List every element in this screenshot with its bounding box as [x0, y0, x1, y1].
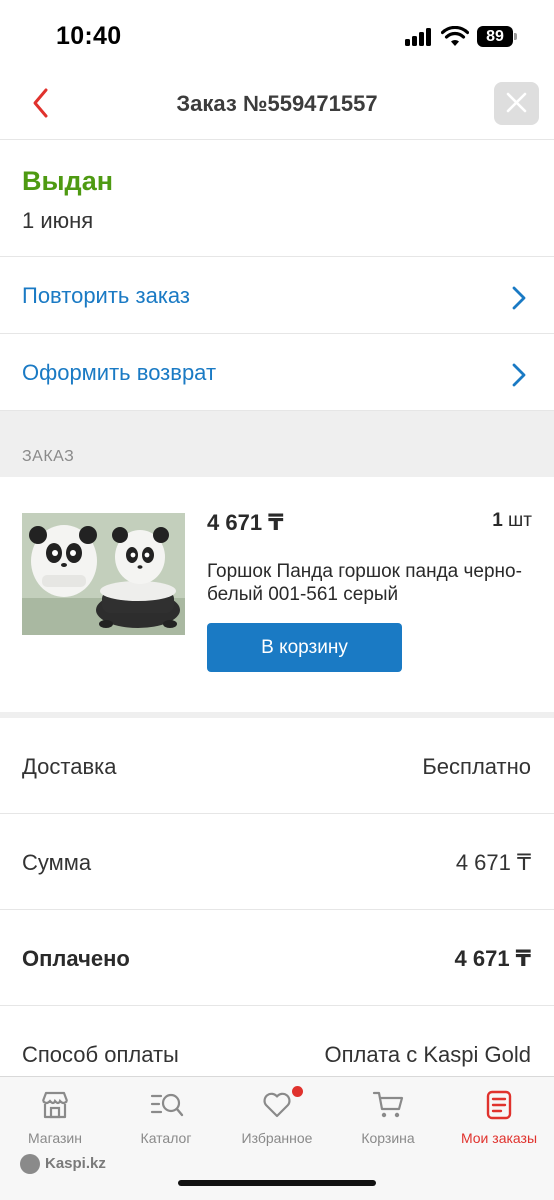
return-order-label: Оформить возврат	[22, 360, 217, 385]
orders-icon	[486, 1090, 512, 1120]
tab-catalog[interactable]: Каталог	[111, 1077, 221, 1157]
quantity-number: 1	[492, 510, 503, 531]
order-status-block: Выдан 1 июня	[0, 141, 554, 257]
payment-method-value: Оплата с Kaspi Gold	[324, 1042, 531, 1067]
repeat-order-row[interactable]: Повторить заказ	[0, 257, 554, 334]
cellular-signal-icon	[405, 28, 433, 46]
sum-value: 4 671 ₸	[455, 850, 531, 875]
product-image[interactable]	[22, 513, 185, 635]
store-icon	[41, 1091, 69, 1119]
battery-tip	[514, 33, 517, 40]
watermark-text: Kaspi.kz	[45, 1154, 106, 1172]
order-status-date: 1 июня	[22, 208, 94, 233]
status-time: 10:40	[56, 22, 122, 50]
status-bar: 10:40 89	[0, 0, 554, 70]
product-quantity: 1 шт	[492, 510, 532, 532]
battery-indicator: 89	[477, 26, 513, 47]
quantity-unit: шт	[508, 510, 532, 531]
wifi-icon	[441, 26, 469, 46]
product-item: 4 671 ₸ 1 шт Горшок Панда горшок панда ч…	[0, 477, 554, 713]
tab-favorites[interactable]: Избранное	[222, 1077, 332, 1157]
close-icon	[506, 92, 527, 113]
payment-method-label: Способ оплаты	[22, 1042, 179, 1067]
paid-row: Оплачено 4 671 ₸	[0, 910, 554, 1006]
home-indicator[interactable]	[178, 1180, 376, 1186]
cart-icon	[372, 1091, 404, 1118]
delivery-value: Бесплатно	[422, 754, 531, 779]
close-button[interactable]	[494, 82, 539, 125]
header: Заказ №559471557	[0, 70, 554, 140]
order-section-header: ЗАКАЗ	[0, 411, 554, 477]
favorites-notification-dot	[292, 1086, 303, 1097]
delivery-label: Доставка	[22, 754, 117, 779]
return-order-row[interactable]: Оформить возврат	[0, 334, 554, 411]
kaspi-watermark: Kaspi.kz	[20, 1154, 106, 1174]
paid-value: 4 671 ₸	[454, 946, 531, 971]
chevron-right-icon	[512, 286, 526, 310]
tab-my-orders-label: Мои заказы	[460, 1130, 538, 1146]
tab-my-orders[interactable]: Мои заказы	[444, 1077, 554, 1157]
panda-potty-image	[22, 513, 185, 635]
tab-cart[interactable]: Корзина	[333, 1077, 443, 1157]
add-to-cart-button[interactable]: В корзину	[207, 623, 402, 672]
page-title: Заказ №559471557	[176, 91, 378, 116]
delivery-row: Доставка Бесплатно	[0, 718, 554, 814]
section-label: ЗАКАЗ	[22, 448, 75, 465]
sum-label: Сумма	[22, 850, 92, 875]
product-price: 4 671 ₸	[207, 510, 284, 535]
sum-row: Сумма 4 671 ₸	[0, 814, 554, 910]
heart-icon	[263, 1092, 291, 1118]
tab-store[interactable]: Магазин	[0, 1077, 110, 1157]
chevron-right-icon	[512, 363, 526, 387]
catalog-search-icon	[150, 1093, 184, 1117]
repeat-order-label: Повторить заказ	[22, 283, 190, 308]
order-status-title: Выдан	[22, 166, 114, 196]
paid-label: Оплачено	[22, 946, 130, 971]
product-name[interactable]: Горшок Панда горшок панда черно-белый 00…	[207, 560, 527, 606]
kaspi-logo-icon	[20, 1154, 40, 1174]
